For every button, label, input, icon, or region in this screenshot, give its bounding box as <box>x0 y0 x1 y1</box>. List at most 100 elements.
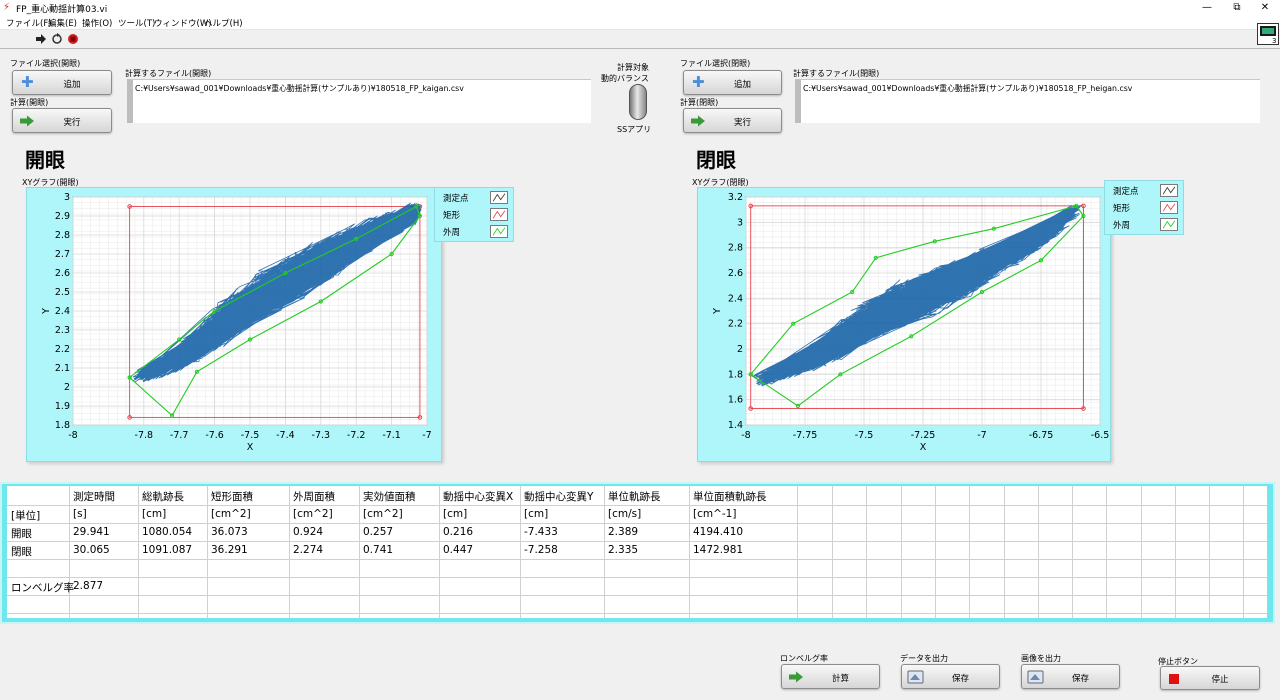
table-cell[interactable]: 0.257 <box>363 526 393 538</box>
table-cell[interactable]: 1472.981 <box>693 544 743 556</box>
add-file-button-closed[interactable]: ✚ 追加 <box>683 70 782 95</box>
x-tick-label: -7.2 <box>347 430 366 441</box>
legend-swatch-hull[interactable] <box>490 225 508 238</box>
legend-swatch-hull[interactable] <box>1160 218 1178 231</box>
table-cell[interactable]: [cm/s] <box>608 508 641 520</box>
save-image-button[interactable]: 保存 <box>1021 664 1120 689</box>
stop-button[interactable]: 停止 <box>1160 666 1260 690</box>
table-header-cell[interactable]: 測定時間 <box>73 489 115 504</box>
y-tick-label: 3.2 <box>728 192 743 203</box>
menu-window[interactable]: ウィンドウ(W) <box>154 17 212 29</box>
romberg-label: ロンベルグ率 <box>780 654 828 663</box>
table-cell[interactable]: 0.924 <box>293 526 323 538</box>
y-tick-label: 2.7 <box>55 249 70 260</box>
mode-toggle-switch[interactable] <box>629 84 647 120</box>
x-tick-label: -6.5 <box>1091 430 1110 441</box>
table-header-cell[interactable]: 外周面積 <box>293 489 335 504</box>
close-button[interactable]: ✕ <box>1248 0 1280 16</box>
add-file-button-open[interactable]: ✚ 追加 <box>12 70 112 95</box>
file-path-list-open[interactable]: C:¥Users¥sawad_001¥Downloads¥重心動揺計算(サンプル… <box>127 79 591 123</box>
menu-file[interactable]: ファイル(F) <box>6 17 52 29</box>
table-header-cell[interactable]: 単位面積軌跡長 <box>693 489 767 504</box>
legend-label-hull: 外周 <box>1113 221 1131 231</box>
calc-label-closed: 計算(閉眼) <box>680 98 719 107</box>
table-cell[interactable]: [cm^2] <box>211 508 251 520</box>
table-header-cell[interactable]: 動揺中心変異X <box>443 489 513 504</box>
legend-swatch-rect[interactable] <box>1160 201 1178 214</box>
menu-edit[interactable]: 編集(E) <box>48 17 77 29</box>
table-cell[interactable]: 1080.054 <box>142 526 192 538</box>
x-tick-label: -7.5 <box>855 430 874 441</box>
table-cell[interactable]: -7.433 <box>524 526 558 538</box>
table-cell[interactable]: 1091.087 <box>142 544 192 556</box>
vi-icon: 3 <box>1257 23 1279 45</box>
xy-chart-closed[interactable]: -8 -7.75 -7.5 -7.25 -7 -6.75 -6.5 1.4 1.6 1.8 2 2.2… <box>697 187 1111 462</box>
table-header-cell[interactable]: 実効値面積 <box>363 489 416 504</box>
table-cell[interactable]: 0.447 <box>443 544 473 556</box>
legend-swatch-points[interactable] <box>490 191 508 204</box>
table-row-divider <box>7 505 1267 506</box>
table-cell[interactable]: [cm^-1] <box>693 508 736 520</box>
menu-operate[interactable]: 操作(O) <box>82 17 112 29</box>
file-path-list-closed[interactable]: C:¥Users¥sawad_001¥Downloads¥重心動揺計算(サンプル… <box>795 79 1260 123</box>
x-tick-label: -7 <box>422 430 431 441</box>
table-cell[interactable]: [単位] <box>11 508 40 523</box>
legend-swatch-points[interactable] <box>1160 184 1178 197</box>
table-cell[interactable]: -7.258 <box>524 544 558 556</box>
run-button-open[interactable]: 実行 <box>12 108 112 133</box>
legend-label-points: 測定点 <box>443 194 469 204</box>
table-cell[interactable]: 30.065 <box>73 544 110 556</box>
file-select-label-closed: ファイル選択(閉眼) <box>680 59 751 68</box>
table-cell[interactable]: [cm] <box>142 508 166 520</box>
closed-eyes-title: 閉眼 <box>696 148 736 172</box>
file-select-label-open: ファイル選択(開眼) <box>10 59 81 68</box>
table-cell[interactable]: [cm] <box>443 508 467 520</box>
calc-label-open: 計算(開眼) <box>10 98 49 107</box>
y-tick-label: 2 <box>737 344 743 355</box>
table-cell[interactable]: 36.073 <box>211 526 248 538</box>
table-header-cell[interactable]: 動揺中心変異Y <box>524 489 593 504</box>
table-cell[interactable]: 4194.410 <box>693 526 743 538</box>
run-arrow-icon[interactable] <box>35 33 47 45</box>
table-header-cell[interactable]: 短形面積 <box>211 489 253 504</box>
y-tick-label: 2.3 <box>55 325 70 336</box>
menu-tools[interactable]: ツール(T) <box>118 17 155 29</box>
x-axis-label: X <box>920 442 927 453</box>
table-cell[interactable]: 0.741 <box>363 544 393 556</box>
data-output-label: データを出力 <box>900 654 948 663</box>
table-cell[interactable]: [cm^2] <box>363 508 403 520</box>
romberg-calc-button[interactable]: 計算 <box>781 664 880 689</box>
table-header-cell[interactable]: 単位軌跡長 <box>608 489 661 504</box>
save-data-button[interactable]: 保存 <box>901 664 1000 689</box>
xy-chart-open[interactable]: -8 -7.8 -7.7 -7.6 -7.5 -7.4 -7.3 -7.2 -7.1 -7 1.8 1… <box>26 187 442 462</box>
y-tick-label: 2.4 <box>55 306 70 317</box>
table-cell[interactable]: 36.291 <box>211 544 248 556</box>
table-cell[interactable]: 閉眼 <box>11 544 32 559</box>
y-tick-label: 2.6 <box>55 268 70 279</box>
legend-closed: 測定点 矩形 外周 <box>1104 180 1184 235</box>
table-cell[interactable]: 29.941 <box>73 526 110 538</box>
table-cell[interactable]: 2.389 <box>608 526 638 538</box>
x-tick-label: -7.3 <box>312 430 331 441</box>
table-cell[interactable]: [s] <box>73 508 87 520</box>
menu-help[interactable]: ヘルプ(H) <box>204 17 243 29</box>
table-cell[interactable]: 2.274 <box>293 544 323 556</box>
toggle-label-target: 計算対象 <box>617 63 649 72</box>
table-row-divider <box>7 613 1267 614</box>
abort-stop-icon[interactable] <box>67 33 79 45</box>
table-cell[interactable]: [cm] <box>524 508 548 520</box>
table-cell[interactable]: [cm^2] <box>293 508 333 520</box>
table-cell[interactable]: 2.335 <box>608 544 638 556</box>
table-cell[interactable]: 開眼 <box>11 526 32 541</box>
legend-label-hull: 外周 <box>443 228 461 238</box>
y-tick-label: 2.9 <box>55 211 70 222</box>
table-cell[interactable]: 2.877 <box>73 580 103 592</box>
table-cell[interactable]: 0.216 <box>443 526 473 538</box>
run-button-closed[interactable]: 実行 <box>683 108 782 133</box>
legend-swatch-rect[interactable] <box>490 208 508 221</box>
table-header-cell[interactable]: 総軌跡長 <box>142 489 184 504</box>
legend-label-points: 測定点 <box>1113 187 1139 197</box>
table-cell[interactable]: ロンベルグ率 <box>11 580 74 595</box>
run-continuously-icon[interactable] <box>51 33 63 45</box>
minimize-button[interactable]: — <box>1190 0 1224 16</box>
